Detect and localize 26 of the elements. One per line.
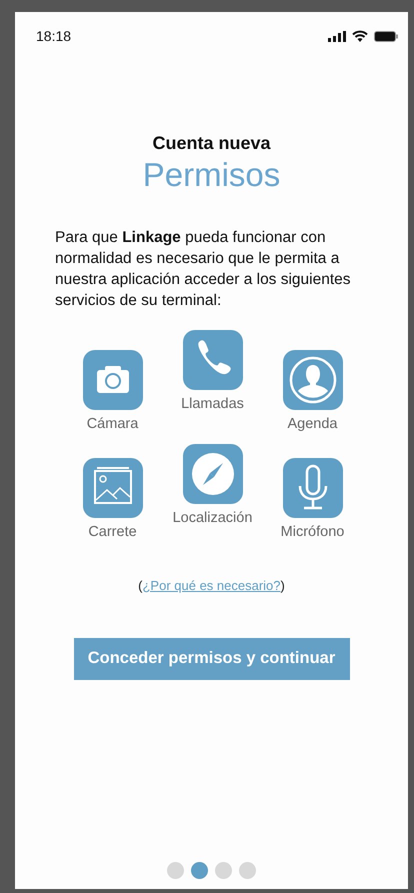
- screen-title: Permisos: [142, 156, 280, 194]
- permission-label: Carrete: [88, 524, 137, 540]
- signal-icon: [328, 30, 346, 42]
- battery-icon: [374, 30, 398, 42]
- permission-label: Micrófono: [280, 524, 344, 540]
- phone-icon[interactable]: [182, 330, 242, 390]
- page-dot[interactable]: [167, 862, 184, 879]
- compass-icon[interactable]: [182, 444, 242, 504]
- intro-text: Para que Linkage pueda funcionar con normalidad es necesario que le permita a nuestra aplicación acceder a los siguientes servicios de su terminal:: [55, 228, 352, 311]
- permission-label: Llamadas: [181, 396, 244, 412]
- page-dot[interactable]: [215, 862, 232, 879]
- why-link[interactable]: ¿Por qué es necesario?: [142, 578, 281, 593]
- camera-icon[interactable]: [82, 350, 142, 410]
- status-time: 18:18: [36, 28, 72, 44]
- page-dot[interactable]: [239, 862, 256, 879]
- person-icon[interactable]: [282, 350, 342, 410]
- permission-label: Localización: [172, 510, 252, 526]
- permission-label: Cámara: [86, 416, 138, 432]
- continue-button[interactable]: Conceder permisos y continuar: [74, 638, 350, 680]
- picture-frame-icon[interactable]: [82, 458, 142, 518]
- wifi-icon: [352, 30, 368, 42]
- page-dot[interactable]: [191, 862, 208, 879]
- screen-subtitle: Cuenta nueva: [152, 133, 271, 154]
- why-text: (¿Por qué es necesario?): [138, 578, 285, 593]
- microphone-icon[interactable]: [282, 458, 342, 518]
- permission-label: Agenda: [288, 416, 338, 432]
